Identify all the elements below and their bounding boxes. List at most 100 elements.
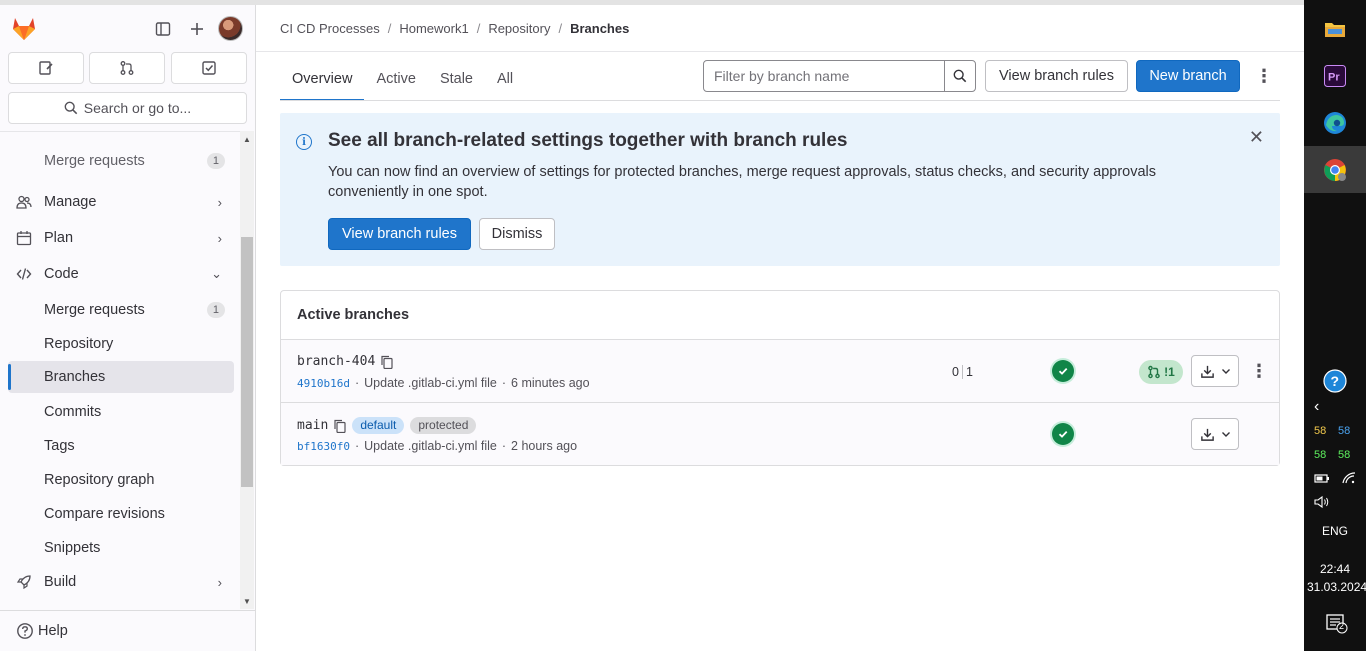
scroll-down-arrow-icon[interactable]: ▼ bbox=[243, 597, 251, 606]
help-button[interactable]: Help bbox=[0, 610, 255, 651]
alert-view-branch-rules-button[interactable]: View branch rules bbox=[328, 218, 471, 250]
branch-more-actions-icon[interactable]: ⋮ bbox=[1249, 355, 1269, 387]
protected-badge: protected bbox=[410, 417, 477, 434]
scrollbar-thumb[interactable] bbox=[241, 237, 253, 487]
sidebar-item-label: Build bbox=[44, 574, 77, 590]
breadcrumb-item[interactable]: Repository bbox=[488, 21, 550, 36]
download-dropdown-button[interactable] bbox=[1191, 418, 1239, 450]
help-circle-icon[interactable]: ? bbox=[1304, 357, 1366, 404]
code-icon bbox=[16, 268, 32, 280]
download-dropdown-button[interactable] bbox=[1191, 355, 1239, 387]
active-branches-card: Active branches branch-404 4910b16d · Up… bbox=[280, 290, 1280, 466]
sidebar-item-merge-requests-top[interactable]: Merge requests 1 bbox=[8, 146, 234, 176]
view-branch-rules-button[interactable]: View branch rules bbox=[985, 60, 1128, 92]
branch-name-link[interactable]: main bbox=[297, 418, 328, 433]
search-button[interactable]: Search or go to... bbox=[8, 92, 247, 124]
tab-stale[interactable]: Stale bbox=[428, 57, 485, 100]
sidebar-item-code[interactable]: Code ⌄ bbox=[8, 259, 234, 289]
pipeline-passed-icon[interactable] bbox=[1052, 360, 1074, 382]
todo-quick-button[interactable] bbox=[171, 52, 247, 84]
todo-icon bbox=[202, 61, 216, 75]
create-new-icon[interactable] bbox=[185, 17, 209, 41]
merge-request-icon bbox=[1148, 365, 1160, 379]
search-icon bbox=[64, 101, 78, 115]
alert-dismiss-button[interactable]: Dismiss bbox=[479, 218, 555, 250]
sidebar-item-manage[interactable]: Manage › bbox=[8, 187, 234, 217]
clock-date[interactable]: 31.03.2024 bbox=[1307, 580, 1366, 594]
sidebar-item-label: Repository bbox=[44, 336, 114, 352]
sidebar-item-repository-graph[interactable]: Repository graph bbox=[8, 465, 234, 495]
language-indicator[interactable]: ENG bbox=[1322, 524, 1348, 538]
wifi-icon[interactable] bbox=[1342, 472, 1356, 487]
gitlab-logo-icon[interactable] bbox=[10, 15, 38, 41]
sidebar-nav: Merge requests 1 Manage › Plan › Code ⌄ … bbox=[0, 131, 240, 609]
chevron-down-icon bbox=[1221, 432, 1230, 437]
mr-count: !1 bbox=[1164, 365, 1175, 379]
tab-active[interactable]: Active bbox=[364, 57, 428, 100]
cpu-temp-2: 58 bbox=[1338, 425, 1351, 437]
copy-icon[interactable] bbox=[381, 355, 393, 369]
file-explorer-icon[interactable] bbox=[1304, 5, 1366, 52]
chrome-browser-icon[interactable] bbox=[1304, 146, 1366, 193]
count-badge: 1 bbox=[206, 153, 225, 169]
issues-icon bbox=[39, 61, 53, 75]
new-branch-button[interactable]: New branch bbox=[1136, 60, 1240, 92]
breadcrumb-current[interactable]: Branches bbox=[570, 21, 629, 36]
ahead-count: 1 bbox=[965, 365, 973, 379]
sidebar-item-label: Snippets bbox=[44, 540, 101, 556]
sidebar-item-tags[interactable]: Tags bbox=[8, 431, 234, 461]
sidebar-item-repository[interactable]: Repository bbox=[8, 329, 234, 359]
more-actions-icon[interactable]: ⋮ bbox=[1254, 60, 1274, 92]
issues-quick-button[interactable] bbox=[8, 52, 84, 84]
commit-time: 2 hours ago bbox=[511, 439, 578, 453]
commit-time: 6 minutes ago bbox=[511, 376, 590, 390]
sidebar-item-label: Branches bbox=[44, 369, 106, 385]
main-content: CI CD Processes / Homework1 / Repository… bbox=[256, 5, 1304, 651]
branch-filter-input[interactable] bbox=[704, 61, 945, 91]
commit-message-link[interactable]: Update .gitlab-ci.yml file bbox=[364, 376, 497, 390]
default-badge: default bbox=[352, 417, 405, 434]
breadcrumb-item[interactable]: CI CD Processes bbox=[280, 21, 380, 36]
scroll-up-arrow-icon[interactable]: ▲ bbox=[243, 135, 251, 144]
sidebar-item-build[interactable]: Build › bbox=[8, 567, 234, 597]
branch-name-link[interactable]: branch-404 bbox=[297, 354, 375, 369]
notifications-icon[interactable]: 2 bbox=[1326, 614, 1348, 637]
battery-icon[interactable] bbox=[1314, 472, 1330, 487]
commit-sha-link[interactable]: bf1630f0 bbox=[297, 440, 350, 453]
help-icon bbox=[17, 623, 33, 639]
volume-icon[interactable] bbox=[1314, 495, 1330, 512]
sidebar-item-commits[interactable]: Commits bbox=[8, 397, 234, 427]
sidebar-item-compare-revisions[interactable]: Compare revisions bbox=[8, 499, 234, 529]
tab-overview[interactable]: Overview bbox=[280, 57, 365, 101]
commit-message-link[interactable]: Update .gitlab-ci.yml file bbox=[364, 439, 497, 453]
merge-requests-quick-button[interactable] bbox=[89, 52, 165, 84]
gpu-temp-2: 58 bbox=[1338, 449, 1351, 461]
commit-sha-link[interactable]: 4910b16d bbox=[297, 377, 350, 390]
tab-all[interactable]: All bbox=[485, 57, 525, 100]
sidebar-item-snippets[interactable]: Snippets bbox=[8, 533, 234, 563]
breadcrumb-item[interactable]: Homework1 bbox=[399, 21, 468, 36]
user-avatar[interactable] bbox=[218, 16, 243, 41]
notifications-count: 2 bbox=[1339, 621, 1345, 631]
sidebar-item-plan[interactable]: Plan › bbox=[8, 223, 234, 253]
clock-time[interactable]: 22:44 bbox=[1320, 562, 1350, 576]
sidebar-item-label: Merge requests bbox=[44, 153, 145, 169]
close-icon[interactable]: ✕ bbox=[1249, 127, 1264, 148]
users-icon bbox=[16, 195, 32, 209]
copy-icon[interactable] bbox=[334, 419, 346, 433]
chevron-left-icon[interactable]: ‹ bbox=[1314, 398, 1319, 416]
sidebar-scrollbar[interactable]: ▲ ▼ bbox=[240, 131, 254, 609]
premiere-pro-icon[interactable]: Pr bbox=[1304, 52, 1366, 99]
alert-body: You can now find an overview of settings… bbox=[328, 164, 1157, 200]
chevron-right-icon: › bbox=[217, 194, 222, 210]
pipeline-passed-icon[interactable] bbox=[1052, 423, 1074, 445]
edge-browser-icon[interactable] bbox=[1304, 99, 1366, 146]
svg-text:?: ? bbox=[1331, 373, 1340, 389]
sidebar-item-branches[interactable]: Branches bbox=[8, 361, 234, 393]
filter-search-button[interactable] bbox=[944, 61, 975, 91]
sidebar-item-label: Compare revisions bbox=[44, 506, 165, 522]
sidebar-item-merge-requests[interactable]: Merge requests 1 bbox=[8, 295, 234, 325]
merge-request-badge[interactable]: !1 bbox=[1139, 360, 1183, 384]
toggle-sidebar-icon[interactable] bbox=[151, 17, 175, 41]
sidebar-item-label: Merge requests bbox=[44, 302, 145, 318]
